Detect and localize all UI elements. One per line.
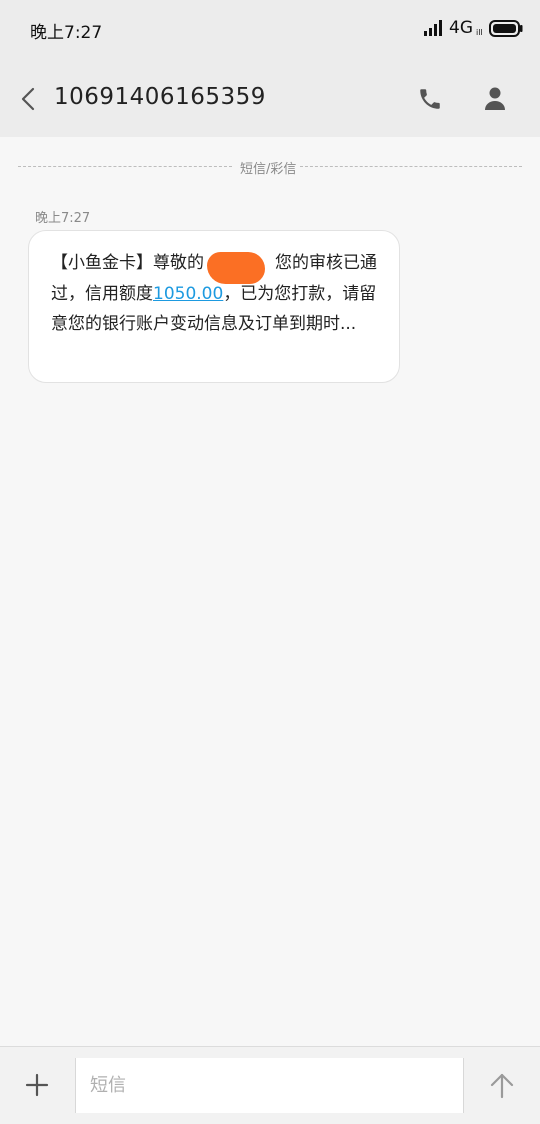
plus-icon[interactable] <box>25 1073 49 1097</box>
redaction-mark <box>207 252 265 284</box>
amount-link[interactable]: 1050.00 <box>153 284 223 304</box>
network-type: 4G <box>449 18 473 38</box>
back-icon[interactable] <box>18 86 40 112</box>
divider-line-right <box>300 166 522 167</box>
contact-number: 10691406165359 <box>54 84 266 110</box>
person-icon[interactable] <box>483 86 507 112</box>
status-time: 晚上7:27 <box>30 23 103 43</box>
message-text-before: 【小鱼金卡】尊敬的 <box>51 253 204 273</box>
battery-icon <box>489 20 523 37</box>
message-input[interactable] <box>75 1058 464 1113</box>
message-timestamp: 晚上7:27 <box>35 211 91 226</box>
signal-icon <box>424 20 442 36</box>
status-bar: 晚上7:27 4G ill <box>0 0 540 58</box>
message-bubble[interactable]: 【小鱼金卡】尊敬的 ，您的审核已通过，信用额度1050.00，已为您打款，请留意您… <box>28 230 400 383</box>
messaging-screen: 晚上7:27 4G ill 10691406165359 短信/彩信 晚上7:2… <box>0 0 540 1124</box>
message-type-divider: 短信/彩信 <box>18 156 522 178</box>
top-bar: 晚上7:27 4G ill 10691406165359 <box>0 0 540 137</box>
network-activity: ill <box>476 28 483 37</box>
divider-label: 短信/彩信 <box>240 162 297 177</box>
divider-line-left <box>18 166 232 167</box>
phone-icon[interactable] <box>417 86 443 112</box>
compose-bar <box>0 1046 540 1124</box>
send-icon[interactable] <box>489 1071 515 1099</box>
conversation-header: 10691406165359 <box>0 58 540 137</box>
